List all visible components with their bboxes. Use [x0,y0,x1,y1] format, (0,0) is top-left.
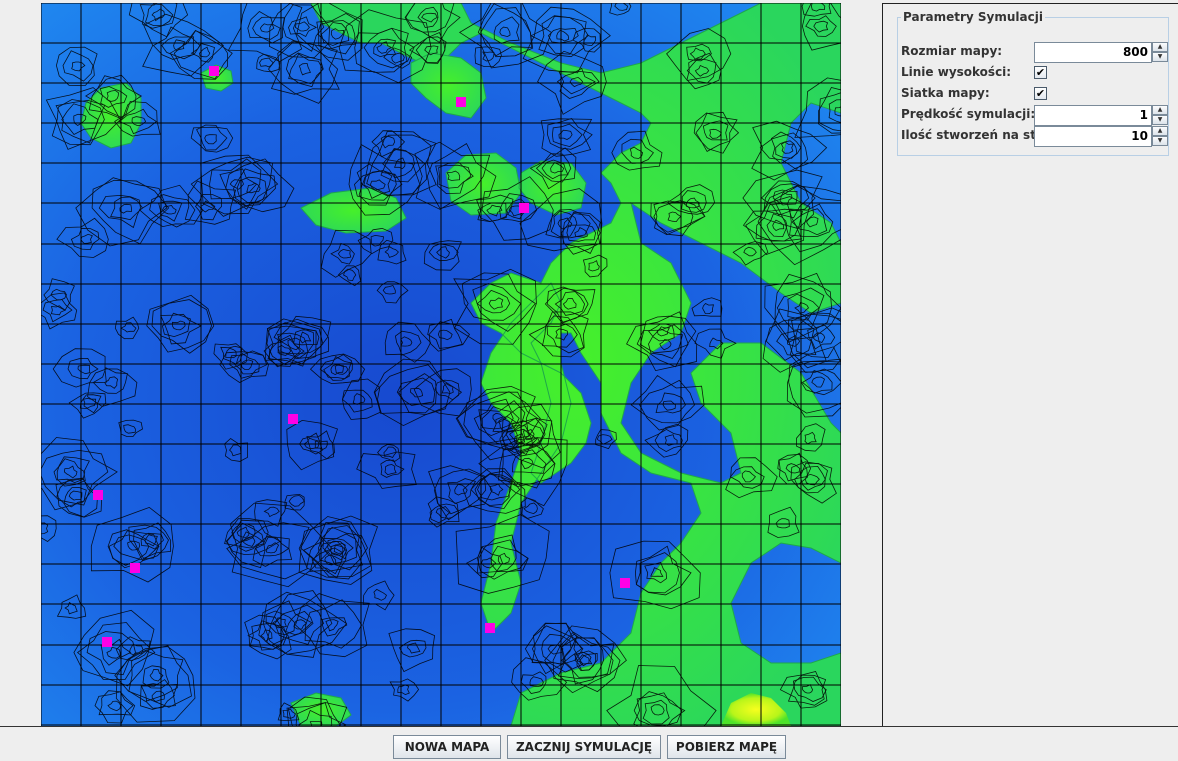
creature-marker [485,623,495,633]
creature-marker [130,563,140,573]
map-size-row: Rozmiar mapy: 800 ▲ ▼ [901,42,1168,63]
start-simulation-button[interactable]: ZACZNIJ SYMULACJĘ [507,735,661,759]
sim-speed-spinner[interactable]: 1 ▲ ▼ [1034,105,1168,126]
creature-marker [288,414,298,424]
map-size-increment-icon[interactable]: ▲ [1152,42,1168,52]
bottom-toolbar: NOWA MAPA ZACZNIJ SYMULACJĘ POBIERZ MAPĘ [0,726,1178,761]
creature-marker [209,66,219,76]
map-grid-checkbox[interactable]: ✔ [1034,87,1047,100]
map-size-label: Rozmiar mapy: [901,44,1003,58]
contour-lines-row: Linie wysokości: ✔ [901,63,1167,83]
creatures-decrement-icon[interactable]: ▼ [1152,136,1168,146]
creature-marker [456,97,466,107]
simulation-parameters-title: Parametry Symulacji [903,10,1043,24]
map-size-input[interactable]: 800 [1034,42,1152,63]
new-map-button[interactable]: NOWA MAPA [393,735,501,759]
map-grid-row: Siatka mapy: ✔ [901,84,1167,104]
creature-marker [93,490,103,500]
terrain-map-canvas[interactable] [41,3,841,726]
download-map-button[interactable]: POBIERZ MAPĘ [667,735,786,759]
creature-marker [620,578,630,588]
creatures-input[interactable]: 10 [1034,126,1152,147]
sim-speed-input[interactable]: 1 [1034,105,1152,126]
map-grid [41,3,841,726]
contour-lines-label: Linie wysokości: [901,65,1012,79]
creatures-spinner[interactable]: 10 ▲ ▼ [1034,126,1168,147]
settings-panel: Parametry Symulacji Rozmiar mapy: 800 ▲ … [882,3,1178,726]
terrain-map[interactable] [41,3,841,726]
map-size-spinner[interactable]: 800 ▲ ▼ [1034,42,1168,63]
map-size-decrement-icon[interactable]: ▼ [1152,52,1168,62]
creature-marker [102,637,112,647]
sim-speed-decrement-icon[interactable]: ▼ [1152,115,1168,125]
creatures-increment-icon[interactable]: ▲ [1152,126,1168,136]
simulation-parameters-group: Parametry Symulacji Rozmiar mapy: 800 ▲ … [897,10,1169,156]
contour-lines-checkbox[interactable]: ✔ [1034,66,1047,79]
creatures-row: Ilość stworzeń na start: 10 ▲ ▼ [901,126,1168,147]
map-grid-label: Siatka mapy: [901,86,990,100]
sim-speed-row: Prędkość symulacji: 1 ▲ ▼ [901,105,1168,126]
sim-speed-increment-icon[interactable]: ▲ [1152,105,1168,115]
creature-marker [519,203,529,213]
simulation-window: Parametry Symulacji Rozmiar mapy: 800 ▲ … [0,0,1178,761]
sim-speed-label: Prędkość symulacji: [901,107,1036,121]
